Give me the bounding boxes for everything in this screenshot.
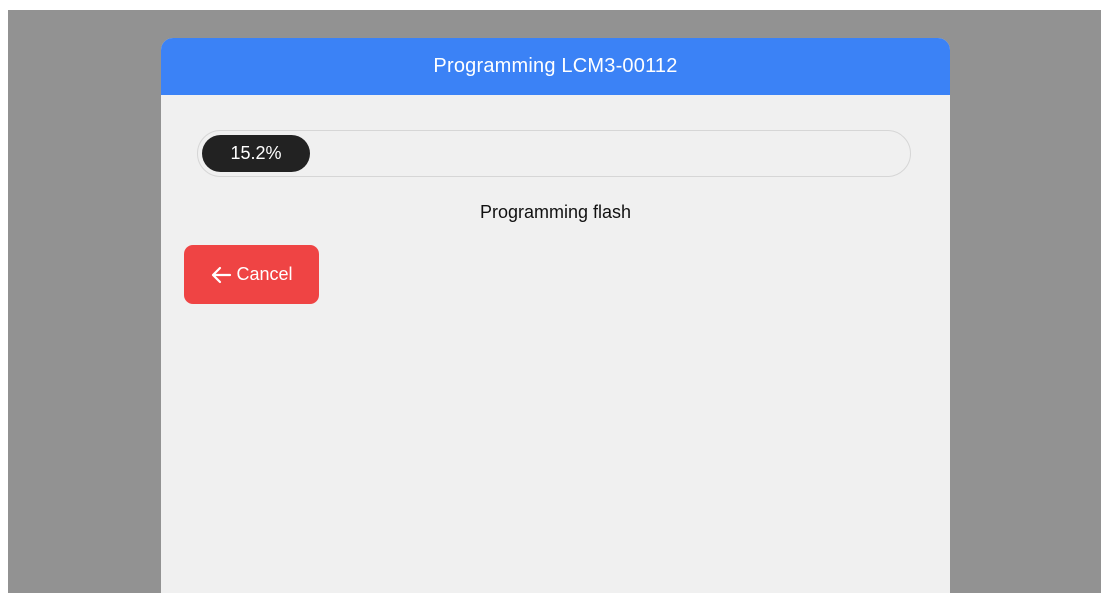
status-text: Programming flash — [479, 202, 632, 222]
programming-dialog: Programming LCM3-00112 15.2% Programming… — [161, 38, 950, 593]
dialog-header: Programming LCM3-00112 — [161, 38, 950, 95]
cancel-button[interactable]: Cancel — [184, 245, 319, 304]
progress-bar: 15.2% — [197, 130, 911, 177]
progress-fill: 15.2% — [202, 135, 310, 172]
progress-label: 15.2% — [230, 143, 282, 163]
dialog-title: Programming LCM3-00112 — [433, 55, 678, 77]
cancel-button-label: Cancel — [236, 264, 293, 284]
arrow-left-icon — [210, 265, 232, 285]
